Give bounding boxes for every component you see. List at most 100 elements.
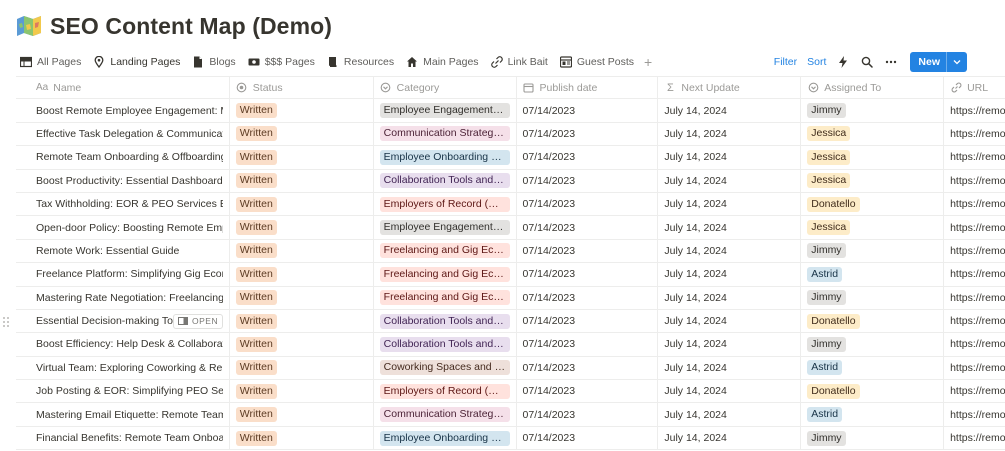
cell-category[interactable]: Employee Engagement in...	[374, 99, 517, 122]
cell-publish-date[interactable]: 07/14/2023	[517, 239, 659, 263]
cell-publish-date[interactable]: 07/14/2023	[517, 380, 659, 403]
open-page-button[interactable]: OPEN	[173, 313, 224, 329]
table-row[interactable]: Remote Team Onboarding & Offboarding: Wri…	[16, 146, 1005, 170]
cell-status[interactable]: Written	[230, 122, 374, 146]
cell-name[interactable]: Remote Work: Essential Guide	[16, 239, 230, 263]
view-tab-landing-pages[interactable]: Landing Pages	[89, 50, 184, 74]
cell-category[interactable]: Collaboration Tools and S...	[374, 333, 517, 356]
cell-name[interactable]: Job Posting & EOR: Simplifying PEO Servi…	[16, 380, 230, 403]
cell-publish-date[interactable]: 07/14/2023	[517, 122, 659, 146]
cell-assigned-to[interactable]: Donatello	[801, 192, 945, 216]
cell-url[interactable]: https://remo	[944, 216, 1005, 238]
cell-name[interactable]: Mastering Email Etiquette: Remote Team C	[16, 403, 230, 426]
cell-url[interactable]: https://remo	[944, 170, 1005, 192]
view-tab-all-pages[interactable]: All Pages	[16, 50, 85, 74]
table-row[interactable]: Freelance Platform: Simplifying Gig Econ…	[16, 263, 1005, 287]
view-tab-link-bait[interactable]: Link Bait	[487, 50, 552, 74]
cell-assigned-to[interactable]: Astrid	[801, 263, 945, 286]
cell-category[interactable]: Freelancing and Gig Econ...	[374, 239, 517, 263]
cell-assigned-to[interactable]: Jimmy	[801, 333, 945, 356]
cell-publish-date[interactable]: 07/14/2023	[517, 146, 659, 169]
url-value[interactable]: https://remo	[950, 222, 1005, 234]
sort-button[interactable]: Sort	[807, 56, 826, 68]
url-value[interactable]: https://remo	[950, 315, 1005, 327]
cell-status[interactable]: Written	[230, 239, 374, 263]
cell-status[interactable]: Written	[230, 169, 374, 192]
row-title[interactable]: Mastering Rate Negotiation: Freelancing …	[36, 292, 223, 304]
table-row[interactable]: Financial Benefits: Remote Team Onboardi…	[16, 426, 1005, 451]
filter-button[interactable]: Filter	[774, 56, 797, 68]
view-tab-guest-posts[interactable]: Guest Posts	[556, 50, 638, 74]
row-title[interactable]: Financial Benefits: Remote Team Onboardi	[36, 432, 223, 444]
cell-category[interactable]: Employee Onboarding an...	[374, 426, 517, 450]
cell-assigned-to[interactable]: Jessica	[801, 216, 945, 239]
cell-category[interactable]: Freelancing and Gig Econ...	[374, 286, 517, 309]
cell-publish-date[interactable]: 07/14/2023	[517, 403, 659, 426]
cell-publish-date[interactable]: 07/14/2023	[517, 356, 659, 380]
row-title[interactable]: Job Posting & EOR: Simplifying PEO Servi…	[36, 385, 223, 397]
table-row[interactable]: Virtual Team: Exploring Coworking & Rem W…	[16, 356, 1005, 381]
cell-name[interactable]: Freelance Platform: Simplifying Gig Econ…	[16, 263, 230, 286]
cell-name[interactable]: Effective Task Delegation & Communicatic	[16, 122, 230, 146]
cell-url[interactable]: https://remo	[944, 146, 1005, 168]
row-title[interactable]: Boost Remote Employee Engagement: Ma	[36, 105, 223, 117]
cell-category[interactable]: Communication Strategie...	[374, 403, 517, 426]
row-title[interactable]: Tax Withholding: EOR & PEO Services Expl	[36, 198, 223, 210]
cell-url[interactable]: https://remo	[944, 123, 1005, 145]
cell-publish-date[interactable]: 07/14/2023	[517, 99, 659, 122]
new-button[interactable]: New	[910, 52, 967, 72]
cell-status[interactable]: Written	[230, 309, 374, 333]
table-row[interactable]: Effective Task Delegation & Communicatic…	[16, 122, 1005, 147]
url-value[interactable]: https://remo	[950, 268, 1005, 280]
cell-url[interactable]: https://remo	[944, 427, 1005, 449]
cell-status[interactable]: Written	[230, 192, 374, 216]
row-title[interactable]: Remote Work: Essential Guide	[36, 245, 223, 257]
cell-publish-date[interactable]: 07/14/2023	[517, 216, 659, 239]
column-header-url[interactable]: URL	[944, 77, 1005, 98]
url-value[interactable]: https://remo	[950, 198, 1005, 210]
cell-publish-date[interactable]: 07/14/2023	[517, 169, 659, 192]
search-icon[interactable]	[860, 55, 874, 69]
more-options-icon[interactable]	[884, 55, 898, 69]
add-view-button[interactable]: +	[644, 54, 652, 70]
table-row[interactable]: Remote Work: Essential Guide Written Freel…	[16, 239, 1005, 264]
row-title[interactable]: Virtual Team: Exploring Coworking & Rem	[36, 362, 223, 374]
cell-name[interactable]: Essential Decision-making Tools OPEN	[16, 309, 230, 333]
cell-url[interactable]: https://remo	[944, 380, 1005, 402]
view-tab-main-pages[interactable]: Main Pages	[402, 50, 482, 74]
cell-url[interactable]: https://remo	[944, 287, 1005, 309]
column-header-name[interactable]: Aa Name	[16, 77, 230, 99]
cell-url[interactable]: https://remo	[944, 193, 1005, 215]
view-tab-blogs[interactable]: Blogs	[188, 50, 239, 74]
row-title[interactable]: Remote Team Onboarding & Offboarding:	[36, 151, 223, 163]
cell-name[interactable]: Virtual Team: Exploring Coworking & Rem	[16, 356, 230, 380]
table-row[interactable]: Mastering Email Etiquette: Remote Team C…	[16, 403, 1005, 427]
row-title[interactable]: Effective Task Delegation & Communicatic	[36, 128, 223, 140]
drag-handle-icon[interactable]	[2, 315, 10, 327]
cell-publish-date[interactable]: 07/14/2023	[517, 192, 659, 216]
cell-publish-date[interactable]: 07/14/2023	[517, 426, 659, 450]
url-value[interactable]: https://remo	[950, 175, 1005, 187]
cell-name[interactable]: Tax Withholding: EOR & PEO Services Expl	[16, 192, 230, 216]
cell-status[interactable]: Written	[230, 286, 374, 309]
view-tab-pages[interactable]: $$$ Pages	[244, 50, 319, 74]
cell-name[interactable]: Remote Team Onboarding & Offboarding:	[16, 146, 230, 169]
column-header-next-update[interactable]: Σ Next Update	[658, 77, 802, 99]
column-header-assigned-to[interactable]: Assigned To	[801, 77, 945, 99]
cell-url[interactable]: https://remo	[944, 403, 1005, 425]
cell-url[interactable]: https://remo	[944, 333, 1005, 355]
row-title[interactable]: Essential Decision-making Tools	[36, 315, 176, 327]
cell-publish-date[interactable]: 07/14/2023	[517, 286, 659, 309]
cell-status[interactable]: Written	[230, 216, 374, 239]
url-value[interactable]: https://remo	[950, 128, 1005, 140]
cell-category[interactable]: Employee Engagement in...	[374, 216, 517, 239]
cell-name[interactable]: Boost Productivity: Essential Dashboard …	[16, 169, 230, 192]
cell-publish-date[interactable]: 07/14/2023	[517, 333, 659, 356]
cell-status[interactable]: Written	[230, 356, 374, 380]
cell-assigned-to[interactable]: Astrid	[801, 403, 945, 426]
cell-name[interactable]: Boost Remote Employee Engagement: Ma	[16, 99, 230, 122]
cell-assigned-to[interactable]: Jimmy	[801, 426, 945, 450]
cell-name[interactable]: Open-door Policy: Boosting Remote Emplo	[16, 216, 230, 239]
url-value[interactable]: https://remo	[950, 338, 1005, 350]
cell-publish-date[interactable]: 07/14/2023	[517, 263, 659, 286]
